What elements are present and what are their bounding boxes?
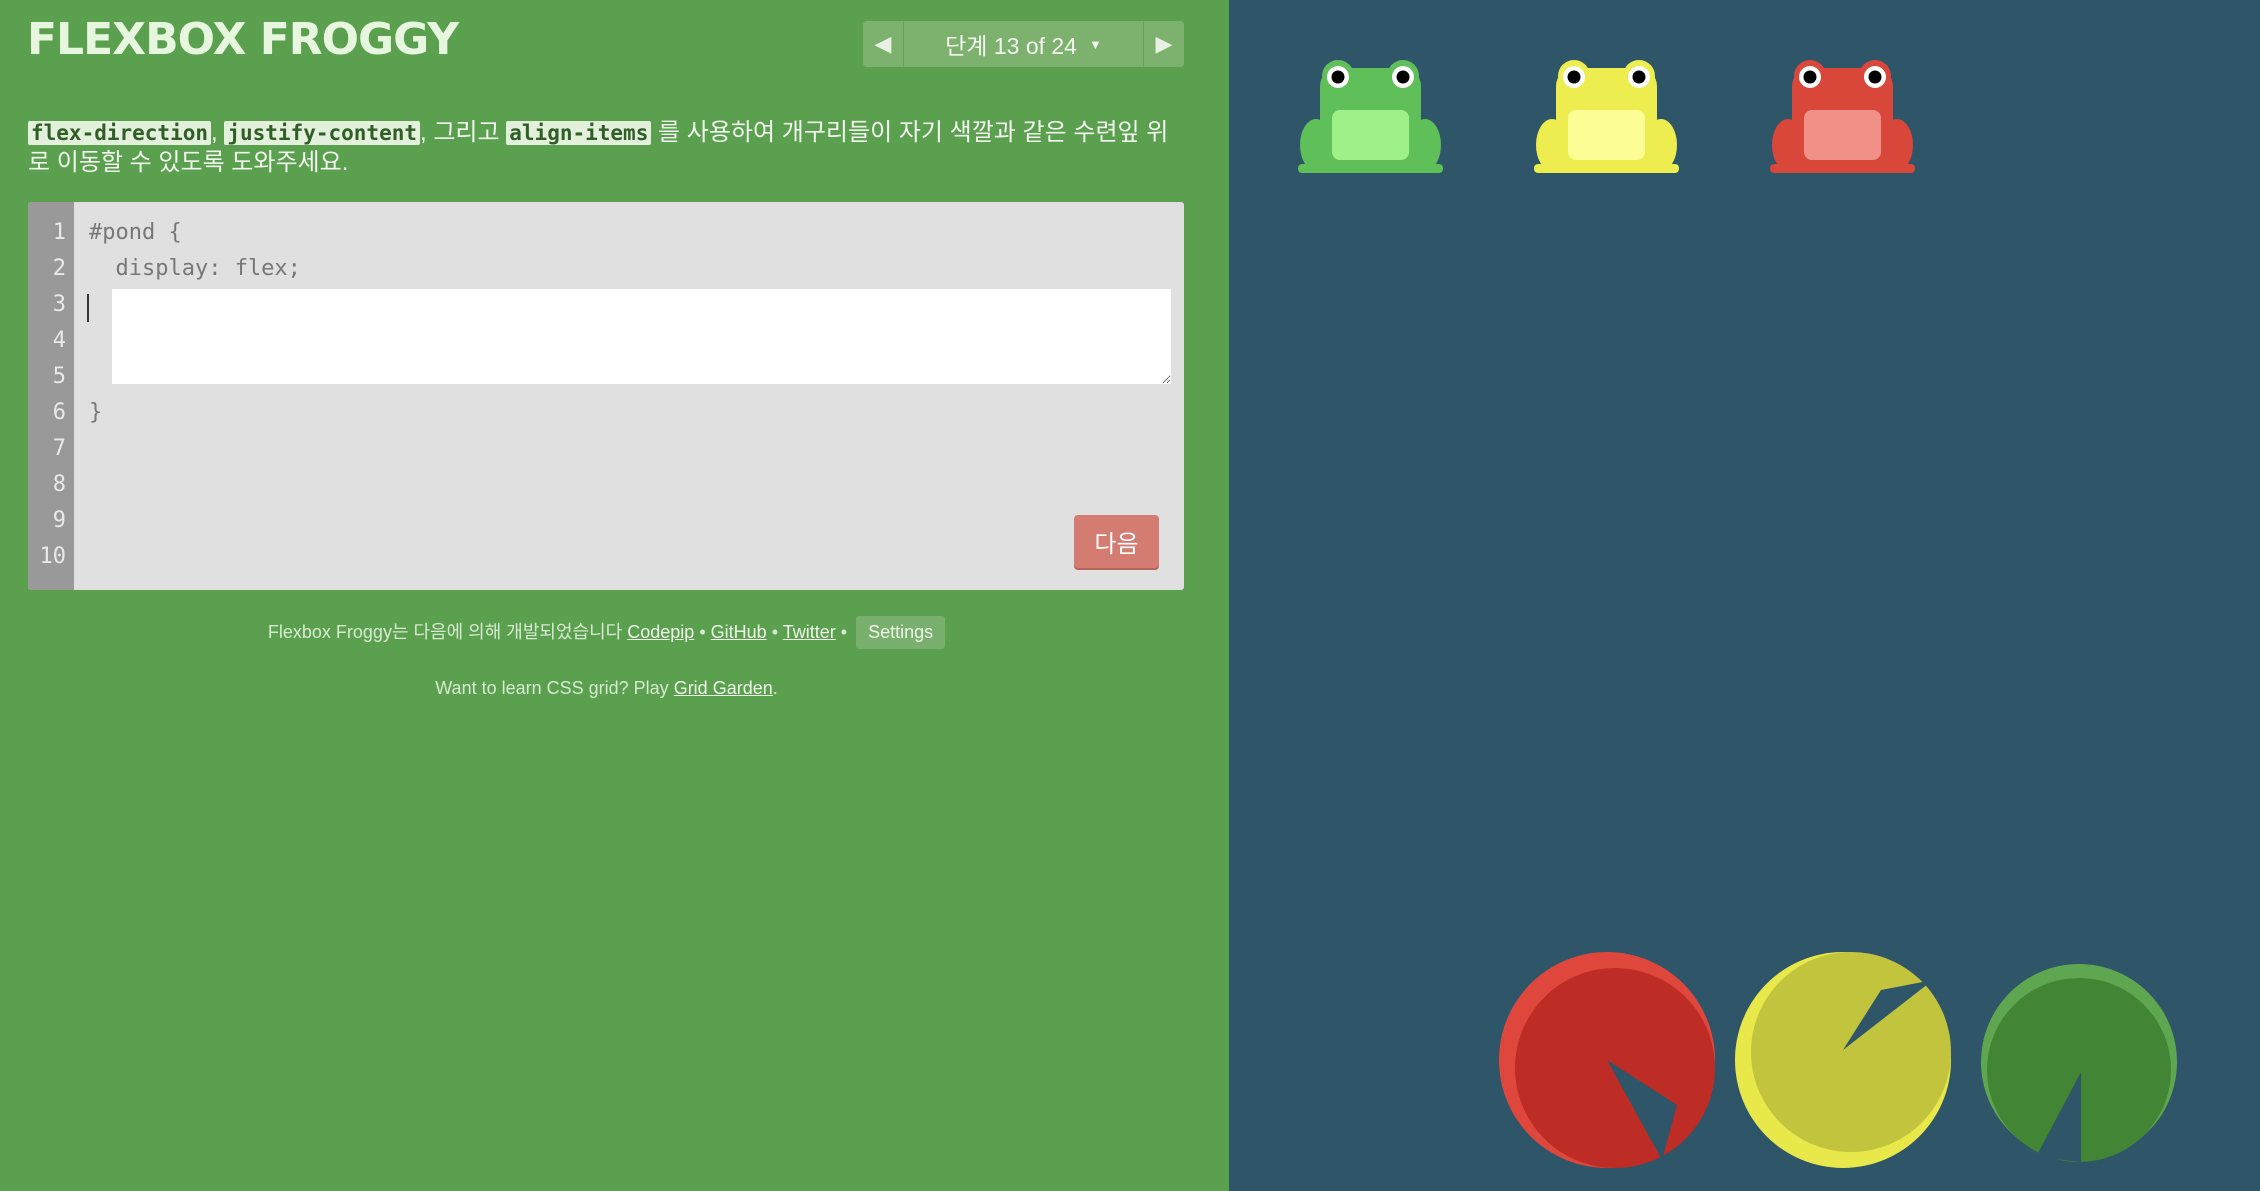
- grid-garden-link[interactable]: Grid Garden: [674, 678, 773, 698]
- instructions: flex-direction, justify-content, 그리고 ali…: [28, 118, 1178, 178]
- level-label: 단계 13 of 24: [945, 33, 1077, 59]
- line-number: 9: [52, 508, 66, 533]
- frog-red: [1770, 60, 1915, 173]
- line-number: 7: [52, 436, 66, 461]
- level-navigation: ◀ 단계 13 of 24 ▼ ▶: [863, 21, 1184, 67]
- code-line-closing-brace: }: [89, 400, 103, 425]
- line-number: 4: [52, 328, 66, 353]
- instructions-separator: ,: [211, 119, 218, 146]
- pond: [1229, 0, 2260, 1191]
- github-link[interactable]: GitHub: [711, 622, 767, 642]
- instructions-conjunction: , 그리고: [420, 119, 500, 146]
- lilypad-red: [1499, 952, 1715, 1168]
- line-number-gutter: 1 2 3 4 5 6 7 8 9 10: [28, 202, 74, 590]
- property-justify-content[interactable]: justify-content: [224, 121, 421, 145]
- credits: Flexbox Froggy는 다음에 의해 개발되었습니다 Codepip •…: [0, 616, 1213, 649]
- level-indicator-dropdown[interactable]: 단계 13 of 24 ▼: [903, 21, 1144, 67]
- line-number: 5: [52, 364, 66, 389]
- lilypad-green: [1981, 964, 2177, 1162]
- line-number: 6: [52, 400, 66, 425]
- line-number: 2: [52, 256, 66, 281]
- credits-text: Flexbox Froggy는 다음에 의해 개발되었습니다: [267, 622, 623, 642]
- frog-yellow: [1534, 60, 1679, 173]
- property-align-items[interactable]: align-items: [506, 121, 652, 145]
- page-title: FLEXBOX FROGGY: [27, 14, 459, 65]
- promo-period: .: [772, 678, 778, 698]
- bullet-separator: •: [771, 622, 779, 642]
- next-level-button[interactable]: ▶: [1143, 21, 1184, 67]
- css-input[interactable]: [112, 289, 1171, 384]
- promo-text: Want to learn CSS grid? Play: [435, 678, 669, 698]
- previous-level-button[interactable]: ◀: [863, 21, 904, 67]
- caret-down-icon: ▼: [1088, 36, 1102, 52]
- triangle-right-icon: ▶: [1155, 31, 1173, 56]
- css-editor: 1 2 3 4 5 6 7 8 9 10 #pond { display: fl…: [28, 202, 1184, 590]
- line-number: 8: [52, 472, 66, 497]
- grid-garden-promo: Want to learn CSS grid? Play Grid Garden…: [0, 678, 1213, 699]
- property-flex-direction[interactable]: flex-direction: [28, 121, 212, 145]
- line-number: 10: [39, 544, 67, 569]
- code-line-selector: #pond {: [89, 220, 182, 245]
- line-number: 3: [52, 292, 66, 317]
- next-button[interactable]: 다음: [1074, 515, 1159, 568]
- left-panel: FLEXBOX FROGGY ◀ 단계 13 of 24 ▼ ▶ flex-di…: [0, 0, 1229, 1191]
- line-number: 1: [52, 220, 66, 245]
- code-line-display: display: flex;: [89, 256, 301, 281]
- settings-button[interactable]: Settings: [856, 616, 946, 649]
- bullet-separator: •: [840, 622, 848, 642]
- twitter-link[interactable]: Twitter: [783, 622, 836, 642]
- text-cursor: [87, 294, 89, 322]
- codepip-link[interactable]: Codepip: [627, 622, 694, 642]
- triangle-left-icon: ◀: [874, 31, 892, 56]
- lilypad-yellow: [1735, 952, 1951, 1168]
- frog-green: [1298, 60, 1443, 173]
- bullet-separator: •: [699, 622, 706, 642]
